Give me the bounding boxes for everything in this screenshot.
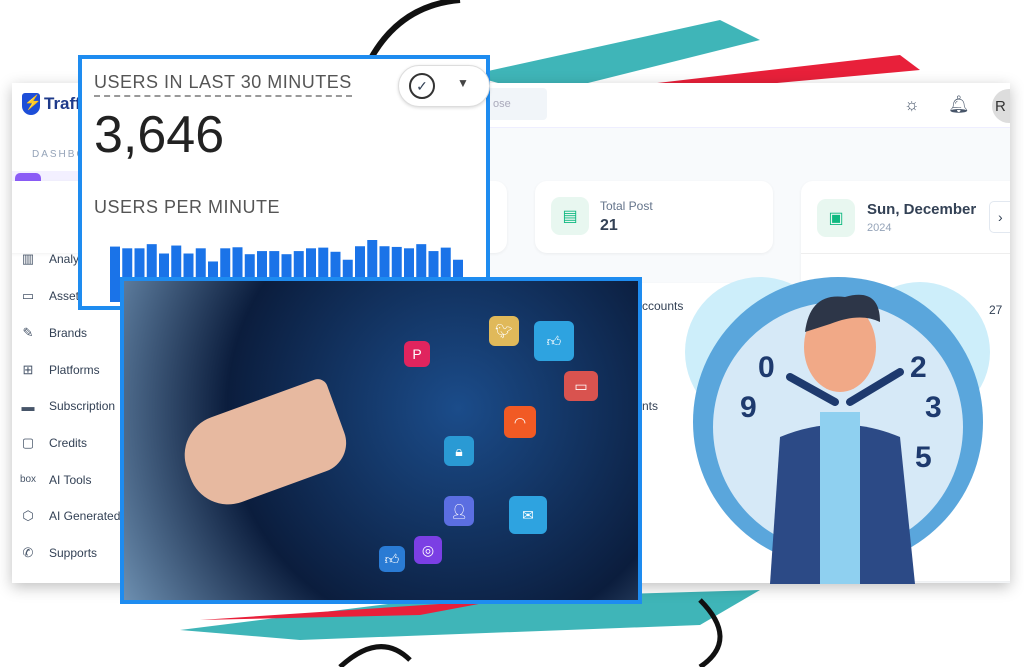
sidebar-item-label: Platforms xyxy=(49,362,100,377)
folder-icon: ▢ xyxy=(21,434,35,450)
like-app-icon: 👍︎ xyxy=(534,321,574,361)
realtime-title: USERS IN LAST 30 MINUTES xyxy=(94,72,352,97)
dropdown-arrow-icon: ▼ xyxy=(457,76,469,90)
svg-text:3: 3 xyxy=(925,391,942,424)
logo-shield-icon xyxy=(22,93,41,115)
svg-text:2: 2 xyxy=(910,351,927,384)
chart-title: USERS PER MINUTE xyxy=(94,197,281,217)
card-icon: ▬ xyxy=(21,398,35,414)
brand-name: Traff xyxy=(44,94,81,113)
svg-text:9: 9 xyxy=(740,391,757,424)
realtime-users-card: USERS IN LAST 30 MINUTES 3,646 USERS PER… xyxy=(78,55,490,310)
user-app-icon: 👤︎ xyxy=(444,496,474,526)
card-app-icon: ▭ xyxy=(564,371,598,401)
box-icon: box xyxy=(19,474,37,486)
clock-man-illustration: 0 2 3 9 5 xyxy=(685,277,990,584)
total-post-label: Total Post xyxy=(600,199,653,213)
svg-text:5: 5 xyxy=(915,441,932,474)
calendar-icon: ▣ xyxy=(817,199,855,237)
date-year: 2024 xyxy=(867,222,892,234)
edit-icon: ✎ xyxy=(22,324,34,340)
svg-text:0: 0 xyxy=(758,351,775,384)
search-input[interactable]: ose xyxy=(487,88,547,120)
hand-illustration xyxy=(173,376,355,516)
lock-app-icon: 🔒︎ xyxy=(444,436,474,466)
sidebar-item-label: AI Tools xyxy=(49,472,92,487)
notification-bell-icon[interactable]: 🔔︎ xyxy=(948,95,970,115)
post-icon: ▤ xyxy=(551,197,589,235)
avatar[interactable]: R xyxy=(992,89,1010,123)
realtime-value: 3,646 xyxy=(94,106,225,164)
sidebar-item-label: Analy xyxy=(49,252,80,267)
bar xyxy=(110,246,120,302)
total-post-value: 21 xyxy=(600,217,618,234)
like-app-icon: 👍︎ xyxy=(379,546,405,572)
mail-app-icon: ✉ xyxy=(509,496,547,534)
text-fragment: nts xyxy=(642,399,659,413)
theme-sun-icon[interactable]: ☼ xyxy=(904,95,920,115)
sidebar-item-label: Asset xyxy=(49,289,80,304)
sidebar-item-label: Supports xyxy=(49,546,98,560)
pinterest-app-icon: P xyxy=(404,341,430,367)
cube-icon: ⬡ xyxy=(22,508,34,524)
wifi-app-icon: ◠ xyxy=(504,406,536,438)
sidebar-item-label: AI Generated xyxy=(49,509,121,524)
apps-icon: ⊞ xyxy=(22,361,34,377)
instagram-app-icon: ◎ xyxy=(414,536,442,564)
next-month-button[interactable]: › xyxy=(989,201,1010,233)
phone-icon: ✆ xyxy=(22,545,34,560)
date-title: Sun, December xyxy=(867,201,977,218)
total-post-card: ▤ Total Post 21 xyxy=(535,181,773,253)
sidebar-item-label: Brands xyxy=(49,325,88,340)
image-icon: ▭ xyxy=(21,288,35,304)
sidebar-item-label: Subscription xyxy=(49,399,116,414)
sidebar-item-label: Credits xyxy=(49,435,88,450)
status-dropdown[interactable]: ✓ ▼ xyxy=(398,65,490,107)
check-circle-icon: ✓ xyxy=(409,73,435,99)
twitter-app-icon: 🐦︎ xyxy=(489,316,519,346)
social-media-photo: 👍︎ 🐦︎ ◠ 🔒︎ ✉ 👤︎ P ◎ 👍︎ ▭ xyxy=(120,277,642,604)
logo: Traff xyxy=(22,93,81,115)
